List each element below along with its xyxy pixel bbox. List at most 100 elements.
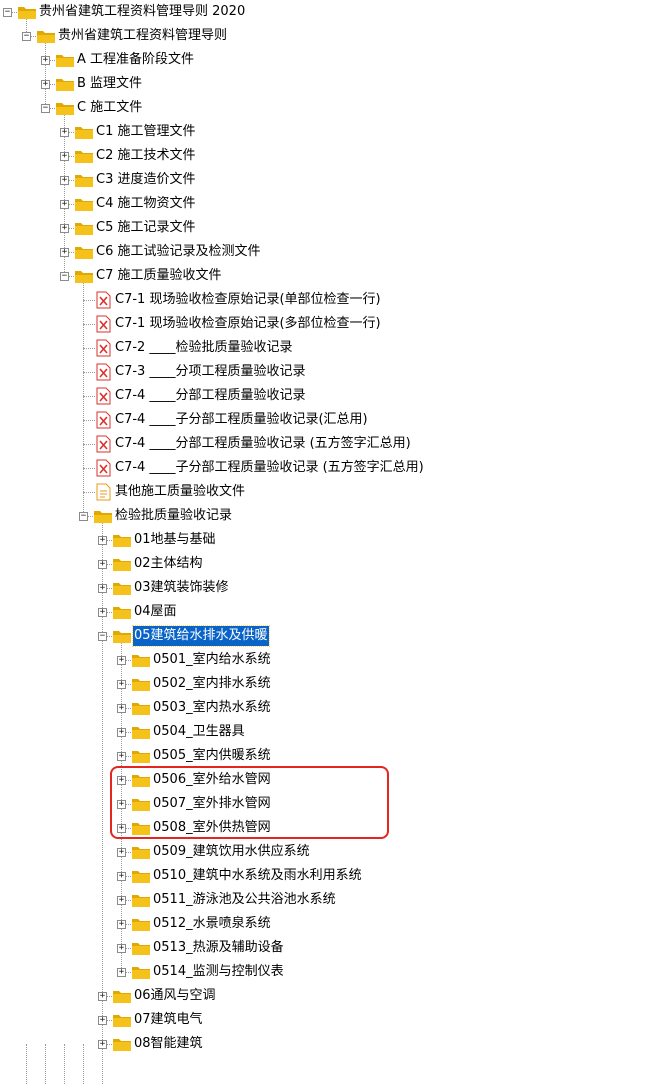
tree-node-label[interactable]: 0511_游泳池及公共浴池水系统 <box>152 890 337 910</box>
tree-folder-node[interactable]: + C3 进度造价文件 <box>0 170 660 190</box>
tree-node-label[interactable]: C7-4 ____分部工程质量验收记录 (五方签字汇总用) <box>114 434 412 454</box>
collapse-toggle[interactable]: − <box>3 8 12 17</box>
tree-node-label[interactable]: C7-4 ____分部工程质量验收记录 <box>114 386 306 406</box>
expand-toggle[interactable]: + <box>117 656 126 665</box>
tree-node-label[interactable]: 贵州省建筑工程资料管理导则 <box>57 26 228 46</box>
tree-folder-node[interactable]: − 05建筑给水排水及供暖 <box>0 625 660 647</box>
expand-toggle[interactable]: + <box>60 176 69 185</box>
tree-node-label[interactable]: 0504_卫生器具 <box>152 722 246 742</box>
tree-folder-node[interactable]: +0501_室内给水系统 <box>0 650 660 670</box>
tree-folder-node[interactable]: +06通风与空调 <box>0 986 660 1006</box>
expand-toggle[interactable]: + <box>60 152 69 161</box>
tree-file-node[interactable]: C7-4 ____子分部工程质量验收记录 (五方签字汇总用) <box>0 458 660 478</box>
tree-node-label[interactable]: 0501_室内给水系统 <box>152 650 272 670</box>
tree-node-label[interactable]: 0513_热源及辅助设备 <box>152 938 285 958</box>
expand-toggle[interactable]: + <box>117 872 126 881</box>
collapse-toggle[interactable]: − <box>22 32 31 41</box>
tree-node-label[interactable]: 0505_室内供暖系统 <box>152 746 272 766</box>
tree-folder-node[interactable]: +0514_监测与控制仪表 <box>0 962 660 982</box>
tree-file-node[interactable]: C7-3 ____分项工程质量验收记录 <box>0 362 660 382</box>
tree-node-label[interactable]: C7-4 ____子分部工程质量验收记录 (五方签字汇总用) <box>114 458 425 478</box>
expand-toggle[interactable]: + <box>98 1040 107 1049</box>
tree-node-label[interactable]: 其他施工质量验收文件 <box>114 482 246 502</box>
expand-toggle[interactable]: + <box>117 752 126 761</box>
collapse-toggle[interactable]: − <box>98 632 107 641</box>
tree-node-label[interactable]: 06通风与空调 <box>133 986 217 1006</box>
tree-file-node[interactable]: 其他施工质量验收文件 <box>0 482 660 502</box>
tree-node-label[interactable]: C7-1 现场验收检查原始记录(多部位检查一行) <box>114 314 382 334</box>
tree-node-label[interactable]: 0512_水景喷泉系统 <box>152 914 272 934</box>
collapse-toggle[interactable]: − <box>41 104 50 113</box>
tree-folder-node[interactable]: +0505_室内供暖系统 <box>0 746 660 766</box>
tree-node-label[interactable]: C6 施工试验记录及检测文件 <box>95 242 261 262</box>
tree-node-label[interactable]: 贵州省建筑工程资料管理导则 2020 <box>38 2 246 22</box>
expand-toggle[interactable]: + <box>98 1016 107 1025</box>
expand-toggle[interactable]: + <box>60 128 69 137</box>
tree-node-label[interactable]: C4 施工物资文件 <box>95 194 196 214</box>
tree-node-label[interactable]: 04屋面 <box>133 602 178 622</box>
tree-node-label[interactable]: C1 施工管理文件 <box>95 122 196 142</box>
tree-folder-node[interactable]: − C7 施工质量验收文件 <box>0 266 660 286</box>
tree-file-node[interactable]: C7-2 ____检验批质量验收记录 <box>0 338 660 358</box>
tree-folder-node[interactable]: +02主体结构 <box>0 554 660 574</box>
expand-toggle[interactable]: + <box>117 848 126 857</box>
tree-node-label[interactable]: 02主体结构 <box>133 554 204 574</box>
expand-toggle[interactable]: + <box>60 248 69 257</box>
tree-node-label[interactable]: 检验批质量验收记录 <box>114 506 233 526</box>
tree-folder-node[interactable]: +04屋面 <box>0 602 660 622</box>
expand-toggle[interactable]: + <box>117 896 126 905</box>
expand-toggle[interactable]: + <box>117 920 126 929</box>
tree-folder-node[interactable]: − 贵州省建筑工程资料管理导则 <box>0 26 660 46</box>
expand-toggle[interactable]: + <box>41 56 50 65</box>
tree-node-label[interactable]: C2 施工技术文件 <box>95 146 196 166</box>
tree-node-label[interactable]: B 监理文件 <box>76 74 143 94</box>
tree-folder-node[interactable]: − 检验批质量验收记录 <box>0 506 660 526</box>
collapse-toggle[interactable]: − <box>60 272 69 281</box>
expand-toggle[interactable]: + <box>98 992 107 1001</box>
tree-folder-node[interactable]: +0509_建筑饮用水供应系统 <box>0 842 660 862</box>
tree-folder-node[interactable]: +0513_热源及辅助设备 <box>0 938 660 958</box>
tree-folder-node[interactable]: + C5 施工记录文件 <box>0 218 660 238</box>
tree-folder-node[interactable]: +0511_游泳池及公共浴池水系统 <box>0 890 660 910</box>
tree-folder-node[interactable]: + C6 施工试验记录及检测文件 <box>0 242 660 262</box>
tree-node-label[interactable]: 0514_监测与控制仪表 <box>152 962 285 982</box>
tree-folder-node[interactable]: +0502_室内排水系统 <box>0 674 660 694</box>
expand-toggle[interactable]: + <box>117 728 126 737</box>
tree-node-label[interactable]: 0503_室内热水系统 <box>152 698 272 718</box>
expand-toggle[interactable]: + <box>60 224 69 233</box>
collapse-toggle[interactable]: − <box>79 512 88 521</box>
tree-node-label[interactable]: C7-2 ____检验批质量验收记录 <box>114 338 293 358</box>
tree-folder-node[interactable]: +0510_建筑中水系统及雨水利用系统 <box>0 866 660 886</box>
tree-node-label[interactable]: A 工程准备阶段文件 <box>76 50 195 70</box>
expand-toggle[interactable]: + <box>98 560 107 569</box>
tree-node-label[interactable]: C7-1 现场验收检查原始记录(单部位检查一行) <box>114 290 382 310</box>
expand-toggle[interactable]: + <box>117 944 126 953</box>
expand-toggle[interactable]: + <box>98 536 107 545</box>
tree-node-label[interactable]: C7-4 ____子分部工程质量验收记录(汇总用) <box>114 410 369 430</box>
tree-file-node[interactable]: C7-1 现场验收检查原始记录(多部位检查一行) <box>0 314 660 334</box>
tree-node-label[interactable]: 0502_室内排水系统 <box>152 674 272 694</box>
tree-node-label[interactable]: C7 施工质量验收文件 <box>95 266 222 286</box>
tree-file-node[interactable]: C7-4 ____分部工程质量验收记录 (五方签字汇总用) <box>0 434 660 454</box>
expand-toggle[interactable]: + <box>98 608 107 617</box>
tree-folder-node[interactable]: +08智能建筑 <box>0 1034 660 1054</box>
tree-folder-node[interactable]: + A 工程准备阶段文件 <box>0 50 660 70</box>
tree-folder-node[interactable]: +03建筑装饰装修 <box>0 578 660 598</box>
tree-folder-node[interactable]: + B 监理文件 <box>0 74 660 94</box>
expand-toggle[interactable]: + <box>117 680 126 689</box>
tree-node-label[interactable]: 03建筑装饰装修 <box>133 578 230 598</box>
tree-node-label[interactable]: C7-3 ____分项工程质量验收记录 <box>114 362 306 382</box>
tree-folder-node[interactable]: − 贵州省建筑工程资料管理导则 2020 <box>0 2 660 22</box>
expand-toggle[interactable]: + <box>98 584 107 593</box>
tree-folder-node[interactable]: + C2 施工技术文件 <box>0 146 660 166</box>
tree-file-node[interactable]: C7-4 ____分部工程质量验收记录 <box>0 386 660 406</box>
tree-file-node[interactable]: C7-4 ____子分部工程质量验收记录(汇总用) <box>0 410 660 430</box>
tree-node-label[interactable]: 01地基与基础 <box>133 530 217 550</box>
tree-folder-node[interactable]: +0503_室内热水系统 <box>0 698 660 718</box>
expand-toggle[interactable]: + <box>117 704 126 713</box>
tree-node-label[interactable]: 05建筑给水排水及供暖 <box>132 625 270 647</box>
tree-node-label[interactable]: 0510_建筑中水系统及雨水利用系统 <box>152 866 363 886</box>
expand-toggle[interactable]: + <box>41 80 50 89</box>
tree-folder-node[interactable]: + C1 施工管理文件 <box>0 122 660 142</box>
tree-node-label[interactable]: C5 施工记录文件 <box>95 218 196 238</box>
